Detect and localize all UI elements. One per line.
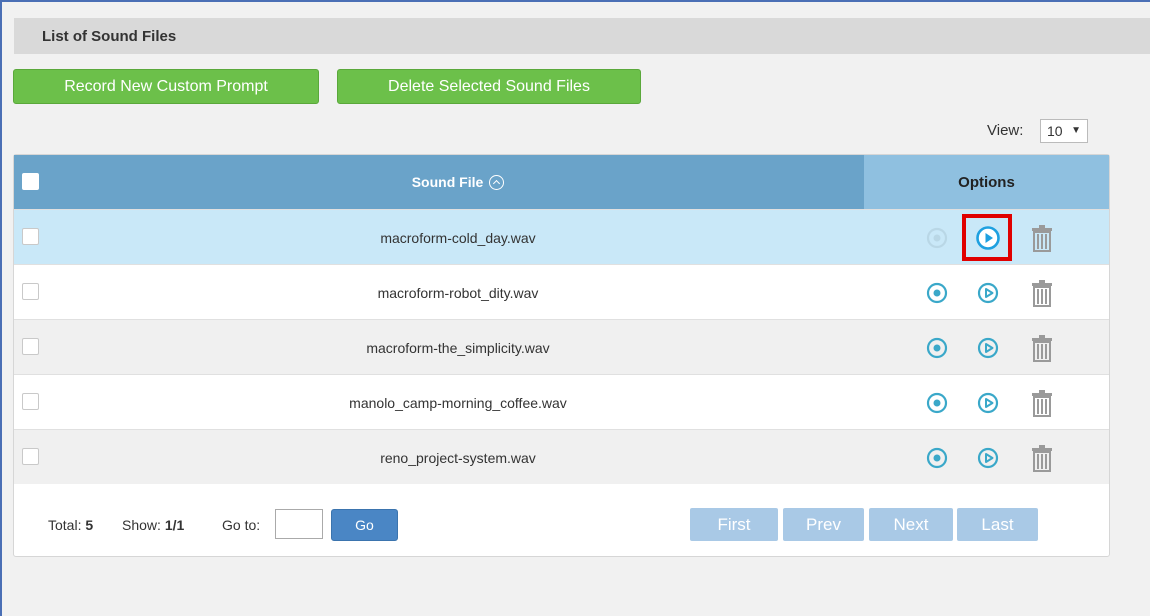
first-page-button[interactable]: First [690, 508, 778, 541]
trash-icon[interactable] [1031, 334, 1053, 362]
chevron-down-icon: ▼ [1071, 125, 1081, 136]
play-icon[interactable] [977, 337, 999, 359]
trash-icon[interactable] [1031, 224, 1053, 252]
last-page-button[interactable]: Last [957, 508, 1038, 541]
total-value: 5 [85, 517, 94, 533]
play-icon[interactable] [977, 282, 999, 304]
next-page-button[interactable]: Next [869, 508, 953, 541]
record-icon[interactable] [926, 282, 948, 304]
sort-ascending-icon[interactable] [489, 174, 505, 190]
row-checkbox[interactable] [22, 393, 39, 410]
sound-file-name: reno_project-system.wav [380, 449, 536, 466]
row-checkbox[interactable] [22, 283, 39, 300]
table-row[interactable]: reno_project-system.wav [14, 429, 1109, 484]
delete-selected-button[interactable]: Delete Selected Sound Files [337, 69, 641, 104]
play-icon[interactable] [977, 447, 999, 469]
section-title: List of Sound Files [14, 18, 1150, 54]
record-prompt-button[interactable]: Record New Custom Prompt [13, 69, 319, 104]
show-label: Show: 1/1 [122, 517, 184, 533]
sound-file-name: macroform-the_simplicity.wav [366, 339, 550, 356]
sound-file-column-header[interactable]: Sound File [52, 155, 864, 209]
sound-file-name: macroform-robot_dity.wav [377, 284, 539, 301]
prev-page-button[interactable]: Prev [783, 508, 864, 541]
trash-icon[interactable] [1031, 279, 1053, 307]
row-checkbox[interactable] [22, 228, 39, 245]
sound-files-table: Sound File Options macroform-cold_day.wa… [13, 154, 1110, 557]
row-checkbox[interactable] [22, 448, 39, 465]
goto-page-input[interactable] [275, 509, 323, 539]
view-label: View: [987, 122, 1024, 139]
record-icon[interactable] [926, 337, 948, 359]
record-icon[interactable] [926, 392, 948, 414]
play-icon[interactable] [977, 392, 999, 414]
table-row[interactable]: macroform-cold_day.wav [14, 209, 1109, 264]
record-icon[interactable] [926, 227, 948, 249]
total-label: Total: 5 [48, 517, 93, 533]
trash-icon[interactable] [1031, 389, 1053, 417]
row-checkbox[interactable] [22, 338, 39, 355]
highlight-box [962, 214, 1012, 261]
table-row[interactable]: macroform-the_simplicity.wav [14, 319, 1109, 374]
table-header: Sound File Options [14, 155, 1109, 209]
go-button[interactable]: Go [331, 509, 398, 541]
sound-file-name: manolo_camp-morning_coffee.wav [349, 394, 567, 411]
record-icon[interactable] [926, 447, 948, 469]
show-label-text: Show: [122, 517, 161, 533]
total-label-text: Total: [48, 517, 82, 533]
show-value: 1/1 [164, 517, 185, 533]
table-row[interactable]: macroform-robot_dity.wav [14, 264, 1109, 319]
sound-file-name: macroform-cold_day.wav [380, 229, 536, 246]
sound-file-column-label: Sound File [411, 174, 484, 190]
view-select[interactable]: 10 ▼ [1040, 119, 1088, 143]
select-all-checkbox[interactable] [22, 173, 39, 190]
trash-icon[interactable] [1031, 444, 1053, 472]
view-select-value: 10 [1047, 123, 1063, 139]
options-column-header: Options [864, 155, 1109, 209]
goto-label: Go to: [222, 517, 261, 533]
table-row[interactable]: manolo_camp-morning_coffee.wav [14, 374, 1109, 429]
